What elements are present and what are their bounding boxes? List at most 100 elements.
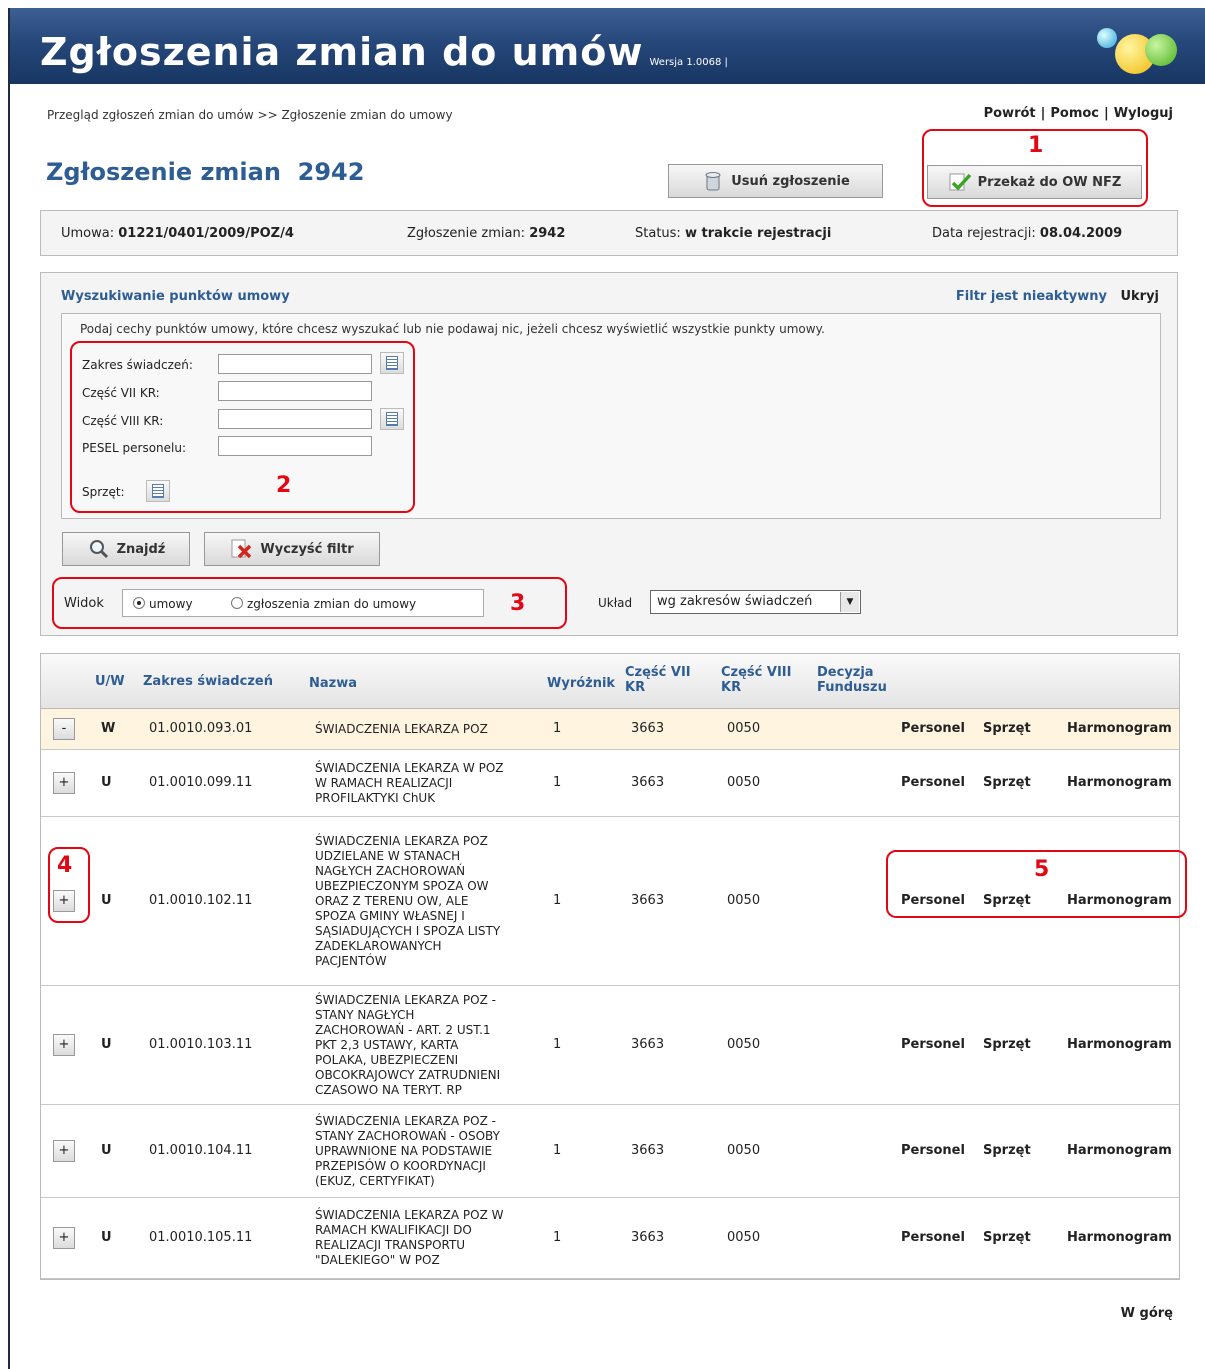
- part8-cell: 0050: [727, 893, 761, 908]
- part8-cell: 0050: [727, 775, 761, 790]
- part7-cell: 3663: [631, 1037, 665, 1052]
- uw-cell: U: [101, 893, 112, 908]
- staff-link[interactable]: Personel: [901, 721, 965, 736]
- name-line: ZADEKLAROWANYCH: [315, 939, 442, 953]
- expand-toggle-button[interactable]: +: [53, 1140, 75, 1162]
- part8-cell: 0050: [727, 1230, 761, 1245]
- scope-code-cell: 01.0010.093.01: [149, 721, 253, 736]
- expand-toggle-button[interactable]: +: [53, 1034, 75, 1056]
- name-line: PRZEPISÓW O KOORDYNACJI: [315, 1159, 486, 1173]
- name-line: ORAZ Z TERENU OW, ALE: [315, 894, 469, 908]
- hide-filter-link[interactable]: Ukryj: [1120, 289, 1159, 304]
- name-cell: ŚWIADCZENIA LEKARZA POZ - STANY NAGŁYCH ZA…: [315, 993, 545, 1098]
- schedule-link[interactable]: Harmonogram: [1067, 775, 1172, 790]
- contract-items-table: U/W Zakres świadczeń Nazwa Wyróżnik Częś…: [40, 653, 1180, 1280]
- logout-link[interactable]: Wyloguj: [1114, 106, 1173, 121]
- name-line: PROFILAKTYKI ChUK: [315, 791, 436, 805]
- scope-code-cell: 01.0010.102.11: [149, 893, 253, 908]
- name-cell: ŚWIADCZENIA LEKARZA POZ UDZIELANE W STANA…: [315, 834, 545, 969]
- name-line: NAGŁYCH ZACHOROWAŃ: [315, 864, 466, 878]
- equipment-link[interactable]: Sprzęt: [983, 1037, 1031, 1052]
- equipment-link[interactable]: Sprzęt: [983, 1230, 1031, 1245]
- scope-code-cell: 01.0010.104.11: [149, 1143, 253, 1158]
- page-title: Zgłoszenie zmian 2942: [46, 158, 365, 186]
- table-row: + U 01.0010.105.11 ŚWIADCZENIA LEKARZA POZ …: [41, 1198, 1179, 1279]
- registration-date: 08.04.2009: [1039, 226, 1123, 241]
- scope-code-cell: 01.0010.103.11: [149, 1037, 253, 1052]
- magnifier-icon: [87, 538, 111, 560]
- contract-info-bar: Umowa: 01221/0401/2009/POZ/4 Zgłoszenie …: [40, 210, 1178, 256]
- staff-link[interactable]: Personel: [901, 1230, 965, 1245]
- annotation-number-5: 5: [1034, 857, 1050, 882]
- contract-number: 01221/0401/2009/POZ/4: [118, 226, 294, 241]
- name-line: ŚWIADCZENIA LEKARZA POZ -: [315, 993, 496, 1007]
- help-link[interactable]: Pomoc: [1050, 106, 1099, 121]
- name-line: REALIZACJI TRANSPORTU: [315, 1238, 466, 1252]
- delete-request-button[interactable]: Usuń zgłoszenie: [668, 164, 883, 198]
- name-line: STANY NAGŁYCH: [315, 1008, 415, 1022]
- back-to-top-link[interactable]: W górę: [1121, 1306, 1173, 1321]
- search-hint: Podaj cechy punktów umowy, które chcesz …: [80, 322, 825, 336]
- clear-filter-button[interactable]: Wyczyść filtr: [204, 532, 380, 566]
- col-part7[interactable]: Część VII KR: [625, 665, 691, 695]
- name-line: RAMACH KWALIFIKACJI DO: [315, 1223, 472, 1237]
- name-line: ZACHOROWAŃ - ART. 2 UST.1: [315, 1023, 491, 1037]
- marker-cell: 1: [553, 775, 562, 790]
- col-part8[interactable]: Część VIII KR: [721, 665, 791, 695]
- col-decision[interactable]: Decyzja Funduszu: [817, 665, 887, 695]
- clear-filter-icon: [230, 538, 254, 560]
- col-marker[interactable]: Wyróżnik: [547, 676, 615, 691]
- name-line: UPRAWNIONE NA PODSTAWIE: [315, 1144, 493, 1158]
- uw-cell: U: [101, 1037, 112, 1052]
- equipment-link[interactable]: Sprzęt: [983, 721, 1031, 736]
- name-line: SPOZA GMINY WŁASNEJ I: [315, 909, 465, 923]
- expand-toggle-button[interactable]: +: [53, 1227, 75, 1249]
- part7-cell: 3663: [631, 721, 665, 736]
- marker-cell: 1: [553, 893, 562, 908]
- name-line: ŚWIADCZENIA LEKARZA POZ W: [315, 1208, 504, 1222]
- equipment-link[interactable]: Sprzęt: [983, 1143, 1031, 1158]
- col-name[interactable]: Nazwa: [309, 676, 357, 691]
- name-line: UBEZPIECZONYM SPOZA OW: [315, 879, 489, 893]
- part8-cell: 0050: [727, 721, 761, 736]
- equipment-link[interactable]: Sprzęt: [983, 775, 1031, 790]
- name-line: ŚWIADCZENIA LEKARZA W POZ: [315, 761, 504, 775]
- chevron-down-icon[interactable]: ▼: [840, 592, 859, 612]
- name-line: STANY ZACHOROWAŃ - OSOBY: [315, 1129, 500, 1143]
- col-scope[interactable]: Zakres świadczeń: [143, 674, 273, 689]
- annotation-box-2: [70, 341, 415, 513]
- annotation-box-3: [52, 577, 567, 629]
- schedule-link[interactable]: Harmonogram: [1067, 1143, 1172, 1158]
- filter-status: Filtr jest nieaktywny: [955, 289, 1107, 304]
- top-links: Powrót | Pomoc | Wyloguj: [983, 106, 1173, 121]
- part7-cell: 3663: [631, 893, 665, 908]
- staff-link[interactable]: Personel: [901, 1143, 965, 1158]
- uw-cell: W: [101, 721, 116, 736]
- staff-link[interactable]: Personel: [901, 1037, 965, 1052]
- col-uw[interactable]: U/W: [95, 674, 125, 689]
- breadcrumb[interactable]: Przegląd zgłoszeń zmian do umów >> Zgłos…: [47, 108, 453, 122]
- name-cell: ŚWIADCZENIA LEKARZA POZ: [315, 722, 545, 737]
- annotation-number-2: 2: [276, 473, 292, 498]
- staff-link[interactable]: Personel: [901, 775, 965, 790]
- layout-select[interactable]: wg zakresów świadczeń ▼: [650, 590, 861, 614]
- scope-code-cell: 01.0010.105.11: [149, 1230, 253, 1245]
- annotation-number-1: 1: [1028, 133, 1044, 158]
- back-link[interactable]: Powrót: [984, 106, 1036, 121]
- expand-toggle-button[interactable]: +: [53, 772, 75, 794]
- find-button[interactable]: Znajdź: [62, 532, 190, 566]
- expand-toggle-button[interactable]: -: [53, 718, 75, 740]
- status-value: w trakcie rejestracji: [684, 226, 832, 241]
- marker-cell: 1: [553, 721, 562, 736]
- name-line: (EKUZ, CERTYFIKAT): [315, 1174, 435, 1188]
- table-row: + U 01.0010.104.11 ŚWIADCZENIA LEKARZA POZ …: [41, 1105, 1179, 1198]
- name-line: ŚWIADCZENIA LEKARZA POZ -: [315, 1114, 496, 1128]
- schedule-link[interactable]: Harmonogram: [1067, 1037, 1172, 1052]
- part8-cell: 0050: [727, 1037, 761, 1052]
- schedule-link[interactable]: Harmonogram: [1067, 721, 1172, 736]
- trash-icon: [701, 170, 725, 192]
- search-panel-title[interactable]: Wyszukiwanie punktów umowy: [61, 289, 290, 304]
- schedule-link[interactable]: Harmonogram: [1067, 1230, 1172, 1245]
- table-row: + U 01.0010.103.11 ŚWIADCZENIA LEKARZA POZ …: [41, 986, 1179, 1105]
- name-line: UDZIELANE W STANACH: [315, 849, 461, 863]
